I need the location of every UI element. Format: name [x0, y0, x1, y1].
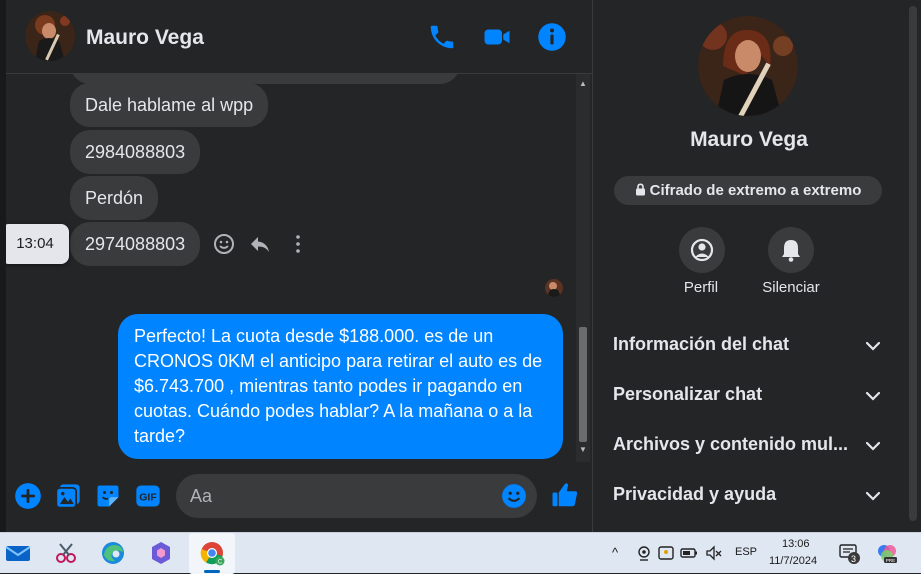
mute-label: Silenciar: [762, 279, 820, 296]
info-scroll-thumb[interactable]: [909, 6, 917, 521]
chrome-browser-icon[interactable]: C: [198, 539, 226, 567]
chat-pane: Mauro Vega Dale hablame al wpp 298408880…: [6, 0, 592, 532]
chevron-down-icon: [864, 387, 882, 405]
section-files-media[interactable]: Archivos y contenido mul...: [593, 420, 905, 470]
emoji-icon[interactable]: [501, 483, 527, 509]
show-hidden-icons-chevron-icon[interactable]: ^: [612, 545, 618, 560]
lock-icon: [635, 177, 646, 206]
section-label: Personalizar chat: [613, 384, 763, 404]
message-input[interactable]: [190, 474, 490, 518]
section-privacy-help[interactable]: Privacidad y ayuda: [593, 470, 905, 520]
add-plus-icon[interactable]: [14, 482, 42, 510]
section-label: Archivos y contenido mul...: [613, 434, 849, 454]
seen-indicator-avatar: [545, 279, 563, 297]
clock-time[interactable]: 13:06: [782, 538, 810, 550]
message-composer: GIF: [6, 462, 592, 532]
notifications-icon[interactable]: [839, 543, 861, 565]
svg-text:GIF: GIF: [139, 492, 157, 504]
messenger-app: Mauro Vega Dale hablame al wpp 298408880…: [0, 0, 921, 532]
scroll-thumb[interactable]: [579, 327, 587, 442]
chevron-down-icon: [864, 437, 882, 455]
encryption-label: Cifrado de extremo a extremo: [649, 182, 862, 199]
mail-icon[interactable]: [4, 539, 32, 567]
message-time-tooltip: 13:04: [6, 224, 69, 264]
reply-icon[interactable]: [248, 232, 274, 258]
profile-button[interactable]: [679, 227, 725, 273]
section-label: Información del chat: [613, 334, 790, 354]
profile-label: Perfil: [683, 279, 719, 296]
chevron-down-icon: [864, 487, 882, 505]
info-icon[interactable]: [537, 22, 567, 52]
chat-scrollbar[interactable]: ▲ ▼: [576, 74, 590, 462]
svg-text:C: C: [218, 560, 223, 566]
react-emoji-icon[interactable]: [212, 232, 238, 258]
notification-count-badge: 3: [851, 554, 857, 564]
scroll-up-arrow-icon[interactable]: ▲: [579, 80, 587, 88]
outgoing-message[interactable]: Perfecto! La cuota desde $188.000. es de…: [118, 314, 563, 459]
sticker-icon[interactable]: [94, 482, 122, 510]
profile-avatar[interactable]: [698, 16, 798, 116]
incoming-message[interactable]: 2974088803: [70, 222, 201, 266]
svg-text:PRE: PRE: [886, 558, 895, 563]
volume-muted-icon[interactable]: [705, 544, 723, 562]
chat-info-panel: Mauro Vega Cifrado de extremo a extremo …: [593, 0, 905, 532]
incoming-message[interactable]: 2984088803: [70, 130, 201, 174]
gif-icon[interactable]: GIF: [134, 482, 162, 510]
like-thumbs-up-icon[interactable]: [550, 480, 580, 510]
windows-taskbar: C ^ ESP 13:06 11/7/2024 3 PRE: [0, 532, 921, 574]
contact-name[interactable]: Mauro Vega: [86, 26, 204, 50]
phone-call-icon[interactable]: [427, 22, 457, 52]
more-options-icon[interactable]: [286, 232, 312, 258]
gallery-icon[interactable]: [54, 482, 82, 510]
incoming-message[interactable]: Dale hablame al wpp: [70, 83, 269, 127]
snipping-tool-icon[interactable]: [52, 539, 80, 567]
scroll-down-arrow-icon[interactable]: ▼: [579, 446, 587, 454]
info-scrollbar[interactable]: [905, 0, 921, 532]
incoming-message[interactable]: Perdón: [70, 176, 159, 220]
message-list: Dale hablame al wpp 2984088803 Perdón 29…: [6, 74, 576, 462]
encryption-badge[interactable]: Cifrado de extremo a extremo: [614, 176, 882, 205]
mute-button[interactable]: [768, 227, 814, 273]
chevron-down-icon: [864, 337, 882, 355]
profile-name: Mauro Vega: [690, 128, 808, 151]
battery-icon[interactable]: [680, 544, 698, 562]
section-label: Privacidad y ayuda: [613, 484, 777, 504]
language-indicator[interactable]: ESP: [735, 546, 757, 558]
contact-avatar[interactable]: [25, 11, 75, 61]
chat-header: Mauro Vega: [6, 0, 592, 74]
copilot-pre-icon[interactable]: PRE: [876, 542, 898, 564]
clock-date[interactable]: 11/7/2024: [769, 555, 817, 567]
edge-browser-icon[interactable]: [99, 539, 127, 567]
meet-icon[interactable]: [657, 544, 675, 562]
message-input-box[interactable]: [176, 474, 537, 518]
copilot-app-icon[interactable]: [147, 539, 175, 567]
video-call-icon[interactable]: [482, 22, 512, 52]
section-customize-chat[interactable]: Personalizar chat: [593, 370, 905, 420]
section-chat-info[interactable]: Información del chat: [593, 320, 905, 370]
webcam-icon[interactable]: [635, 544, 653, 562]
